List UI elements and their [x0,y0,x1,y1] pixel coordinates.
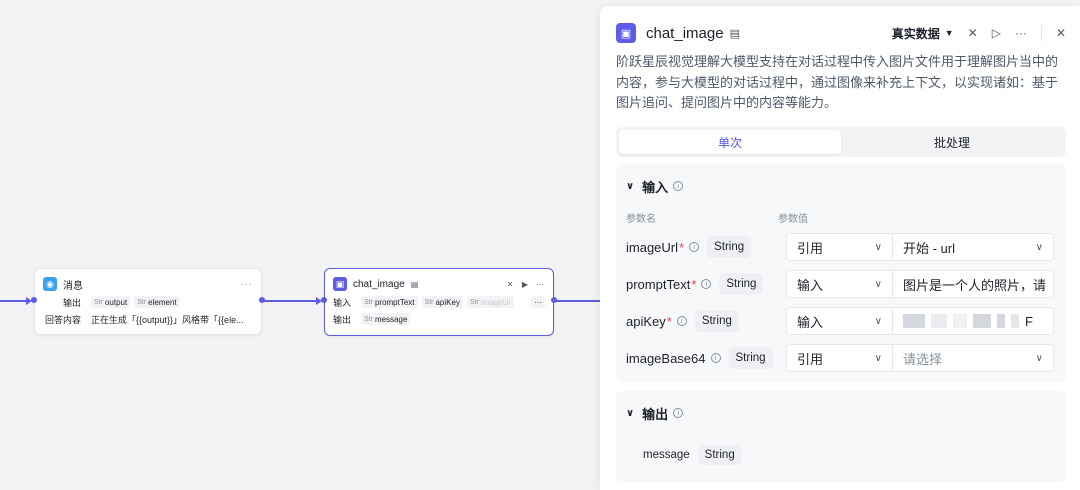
chat-image-node-title: chat_image [353,278,405,290]
info-icon: i [710,353,721,363]
info-icon: i [676,316,687,326]
prompttext-pill: Str promptText [361,296,418,308]
masked-block [1011,314,1019,328]
info-icon: i [673,408,684,418]
masked-block [953,314,967,328]
chat-image-logo-icon: ▣ [616,23,636,43]
tab-single[interactable]: 单次 [619,130,841,154]
run-icon[interactable]: ▷ [992,26,1001,40]
row-label: 输出 [333,314,352,325]
edge-chat-out [553,300,600,302]
message-pill: Str message [361,313,411,325]
type-badge: String [719,273,764,295]
col-header-value: 参数值 [778,214,808,225]
info-icon: i [689,242,700,252]
input-section: ∨ 输入 i 参数名 参数值 imageUrl * i String 引用 ∨ 开始 -… [616,164,1066,382]
source-select[interactable]: 引用 ∨ [786,344,893,372]
row-label: 输入 [333,297,352,308]
chat-image-node-icon: ▣ [333,277,347,291]
more-pills-button[interactable]: ··· [531,296,545,308]
doc-icon[interactable]: ▤ [730,27,740,40]
message-node-icon: ◉ [43,277,57,291]
more-icon[interactable]: ··· [1015,26,1027,40]
panel-description: 阶跃星辰视觉理解大模型支持在对话过程中传入图片文件用于理解图片当中的内容，参与大… [616,54,1059,110]
row-label: 输出 [62,297,81,308]
masked-block [973,314,991,328]
apikey-pill: Str apiKey [421,296,463,308]
value-select[interactable]: 开始 - url ∨ [893,233,1054,261]
type-badge: String [694,310,739,332]
bell-off-icon[interactable]: ✕ [968,26,978,40]
message-node-in-port[interactable] [31,297,37,303]
col-header-name: 参数名 [626,214,656,225]
type-badge: String [697,445,742,465]
edge-in [0,300,28,302]
message-node[interactable]: ◉ 消息 ··· 输出 Str output Str element 回答内容 正在… [34,268,262,335]
chevron-down-icon: ∨ [1035,241,1043,253]
chat-image-node[interactable]: ▣ chat_image ▤ ✕ ▶ ··· 输入 Str promptText … [324,268,554,336]
source-select[interactable]: 输入 ∨ [786,270,893,298]
panel-title: chat_image [646,24,724,42]
caret-down-icon: ▼ [944,28,954,38]
row-label: 回答内容 [44,314,81,325]
chevron-down-icon: ∨ [1035,352,1043,364]
value-input[interactable]: F [893,307,1054,335]
param-row-prompttext: promptText * i String 输入 ∨ 图片是一个人的照片，请 [626,270,1058,298]
doc-icon: ▤ [410,279,419,289]
more-icon[interactable]: ··· [535,279,545,289]
chat-node-output-row: 输出 Str message [333,312,545,326]
chevron-down-icon: ∨ [874,352,882,364]
param-row-imageurl: imageUrl * i String 引用 ∨ 开始 - url ∨ [626,233,1058,261]
type-badge: String [707,236,752,258]
message-node-title: 消息 [63,280,83,292]
run-icon[interactable]: ▶ [520,279,530,289]
output-pill: Str output [91,296,131,308]
masked-block [997,314,1005,328]
param-row-imagebase64: imageBase64 i String 引用 ∨ 请选择 ∨ [626,344,1058,372]
value-select[interactable]: 请选择 ∨ [893,344,1054,372]
tab-batch[interactable]: 批处理 [841,130,1063,154]
run-mode-tabs: 单次 批处理 [616,127,1066,157]
masked-block [931,314,947,328]
masked-block [903,314,925,328]
chevron-down-icon: ∨ [874,278,882,290]
chevron-down-icon: ∨ [874,315,882,327]
chevron-down-icon: ∨ [626,180,635,192]
message-node-out-port[interactable] [259,297,265,303]
info-icon: i [673,181,684,191]
bell-off-icon[interactable]: ✕ [505,279,515,289]
data-mode-dropdown[interactable]: 真实数据 ▼ [892,25,954,42]
divider [1040,25,1042,41]
input-section-header[interactable]: ∨ 输入 i [626,178,684,195]
output-row-message: message String [643,441,1075,469]
param-row-apikey: apiKey * i String 输入 ∨ F [626,307,1058,335]
answer-content: 正在生成「{{output}}」风格带「{{ele... [91,314,244,325]
edge-message-chat [262,300,318,302]
chat-node-in-port[interactable] [321,297,327,303]
node-detail-panel: ▣ chat_image ▤ 真实数据 ▼ ✕ ▷ ··· ✕ 阶跃星辰视觉理解大… [600,6,1080,490]
close-icon[interactable]: ✕ [1056,26,1066,40]
message-node-answer-row: 回答内容 正在生成「{{output}}」风格带「{{ele... [43,312,253,326]
output-section: ∨ 输出 i message String [616,391,1066,483]
chevron-down-icon: ∨ [874,241,882,253]
output-section-header[interactable]: ∨ 输出 i [626,405,684,422]
info-icon: i [701,279,712,289]
chat-node-out-port[interactable] [551,297,557,303]
chat-node-input-row: 输入 Str promptText Str apiKey Str imageUr ··… [333,295,545,309]
value-input[interactable]: 图片是一个人的照片，请 [893,270,1054,298]
element-pill: Str element [134,296,180,308]
message-node-output-row: 输出 Str output Str element [43,295,253,309]
source-select[interactable]: 引用 ∨ [786,233,893,261]
source-select[interactable]: 输入 ∨ [786,307,893,335]
chevron-down-icon: ∨ [626,407,635,419]
message-node-more-icon[interactable]: ··· [240,279,253,290]
type-badge: String [728,347,773,369]
imageurl-pill: Str imageUr [466,296,515,308]
